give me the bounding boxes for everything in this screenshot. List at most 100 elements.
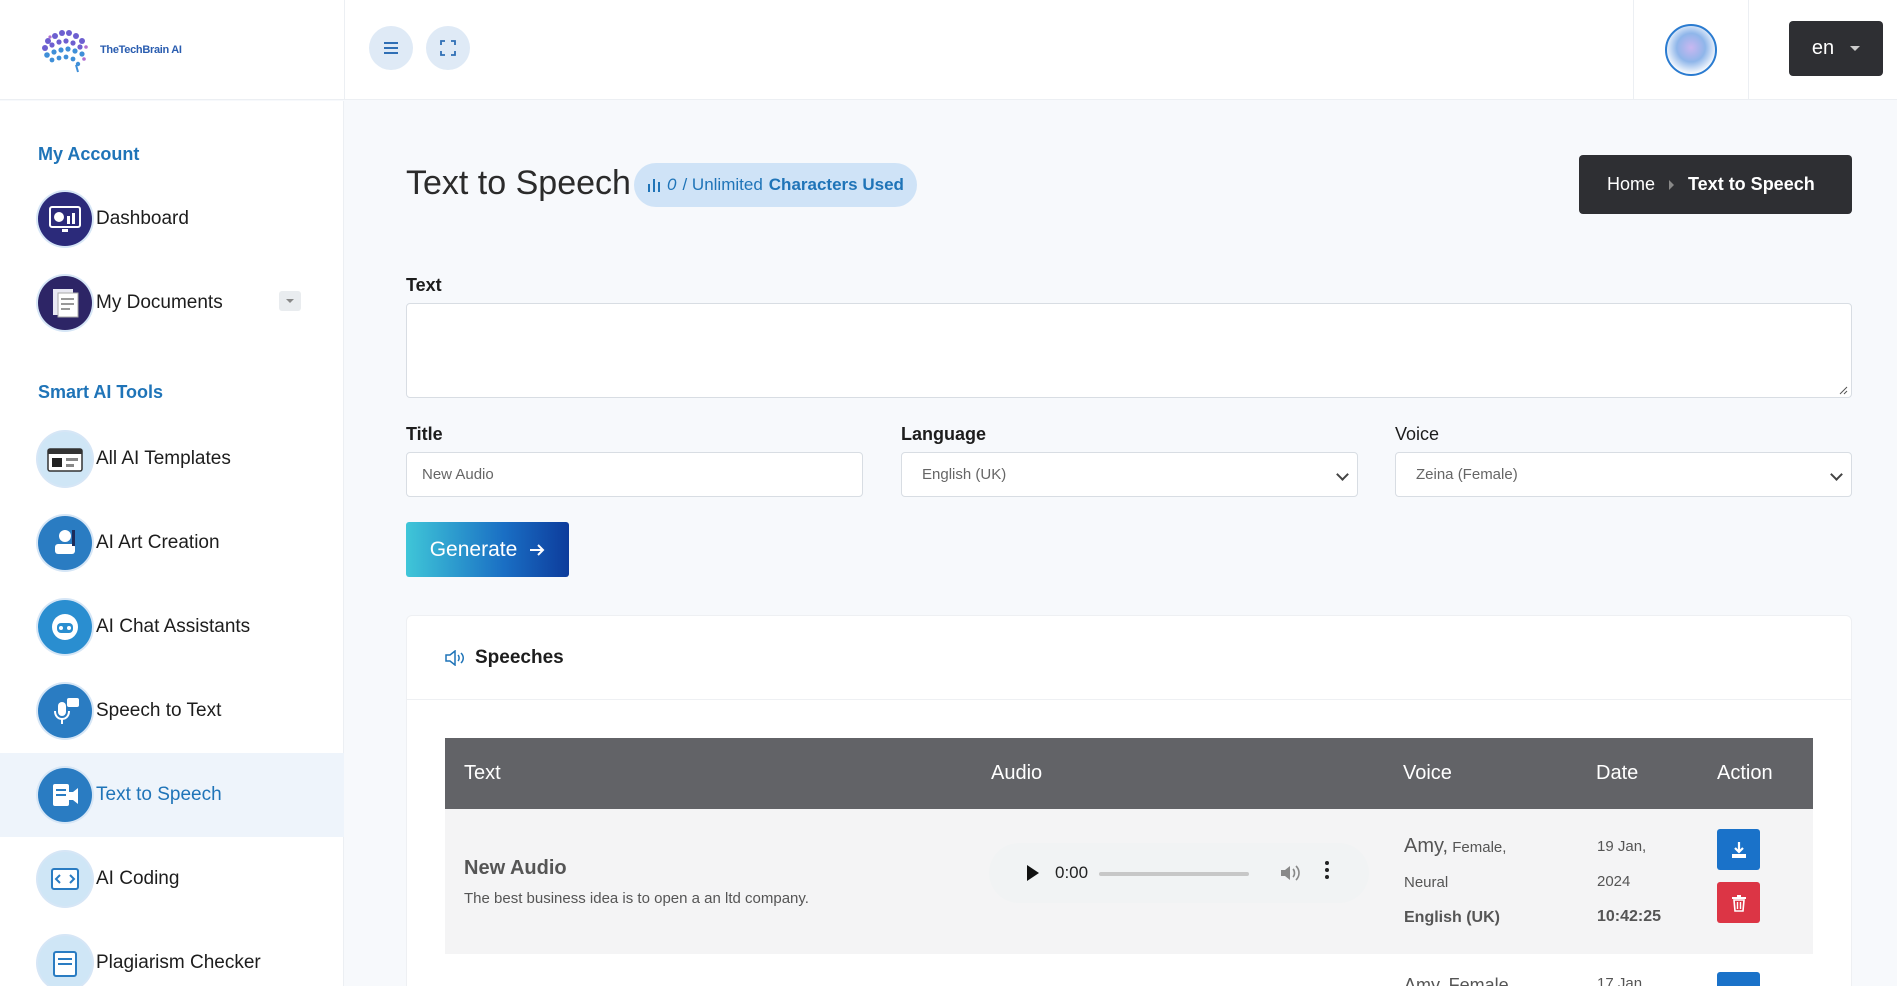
chars-limit: / Unlimited [682, 175, 763, 194]
play-icon[interactable] [1027, 865, 1039, 881]
sidebar-item-text-to-speech[interactable]: Text to Speech [0, 753, 344, 837]
date-year: 2024 [1597, 873, 1631, 890]
sidebar: My Account Dashboard My Documents Smart … [0, 101, 344, 986]
sidebar-item-ai-art-creation[interactable]: AI Art Creation [0, 501, 344, 585]
section-title-my-account: My Account [38, 144, 140, 164]
audio-time: 0:00 [1055, 863, 1089, 882]
column-header-audio: Audio [991, 762, 1043, 784]
delete-button[interactable] [1717, 882, 1760, 923]
language-select[interactable]: English (UK) [901, 452, 1358, 497]
column-header-date: Date [1596, 762, 1639, 784]
sidebar-item-dashboard[interactable]: Dashboard [0, 177, 344, 261]
speech-text: The best business idea is to open a an l… [464, 890, 809, 907]
hamburger-icon [384, 42, 398, 54]
table-row: Amy, Female, 17 Jan, [445, 955, 1813, 986]
date-day: 19 Jan, [1597, 838, 1647, 855]
voice-language: English (UK) [1404, 909, 1500, 926]
menu-toggle-button[interactable] [369, 26, 413, 70]
breadcrumb-current: Text to Speech [1688, 174, 1815, 194]
brand-name: TheTechBrain AI [100, 43, 182, 56]
voice-select-value: Zeina (Female) [1416, 466, 1518, 483]
chevron-down-icon [1336, 468, 1349, 481]
characters-used-badge: 0 / Unlimited Characters Used [634, 163, 917, 207]
voice-select[interactable]: Zeina (Female) [1395, 452, 1852, 497]
voice-cell: Amy, Female, Neural English (UK) [1404, 829, 1506, 935]
volume-icon[interactable] [1279, 863, 1301, 883]
resize-handle-icon[interactable] [1838, 385, 1848, 395]
sidebar-item-label: AI Chat Assistants [96, 616, 251, 637]
sidebar-item-speech-to-text[interactable]: Speech to Text [0, 669, 344, 753]
speech-title: New Audio [464, 857, 567, 879]
dashboard-icon [38, 192, 92, 246]
plagiarism-icon [38, 936, 92, 986]
date-cell: 19 Jan, 2024 10:42:25 [1597, 829, 1661, 934]
download-icon [1731, 841, 1746, 858]
brain-logo-icon [38, 27, 98, 73]
chars-suffix: Characters Used [768, 175, 904, 194]
column-header-text: Text [464, 762, 501, 784]
column-header-voice: Voice [1403, 762, 1452, 784]
speeches-table: Text Audio Voice Date Action New Audio T… [445, 738, 1813, 954]
date-time: 10:42:25 [1597, 908, 1662, 925]
title-label: Title [406, 424, 443, 444]
templates-icon [38, 432, 92, 486]
download-button[interactable] [1717, 829, 1760, 870]
audio-player: 0:00 [989, 843, 1369, 903]
voice-name: Amy, [1404, 835, 1449, 857]
documents-icon [38, 276, 92, 330]
sidebar-item-label: My Documents [96, 292, 223, 313]
brand[interactable]: TheTechBrain AI [0, 0, 345, 100]
volume-icon [445, 649, 464, 666]
more-options-icon[interactable] [1325, 861, 1329, 879]
language-dropdown[interactable]: en [1789, 21, 1883, 76]
speeches-card-header: Speeches [407, 616, 1851, 700]
arrow-right-icon [530, 543, 545, 556]
sidebar-item-label: Speech to Text [96, 700, 222, 721]
sidebar-item-label: AI Art Creation [96, 532, 220, 553]
sidebar-item-label: Text to Speech [96, 784, 222, 805]
sidebar-item-ai-chat-assistants[interactable]: AI Chat Assistants [0, 585, 344, 669]
sidebar-item-label: Dashboard [96, 208, 189, 229]
chat-bot-icon [38, 600, 92, 654]
voice-name: Amy, Female, [1404, 975, 1514, 986]
page-title: Text to Speech [406, 164, 631, 202]
breadcrumb: Home Text to Speech [1579, 155, 1852, 214]
voice-type: Neural [1404, 874, 1449, 891]
language-select-value: English (UK) [922, 466, 1007, 483]
sidebar-item-all-ai-templates[interactable]: All AI Templates [0, 417, 344, 501]
title-input[interactable]: New Audio [406, 452, 863, 497]
fullscreen-button[interactable] [426, 26, 470, 70]
sidebar-item-plagiarism-checker[interactable]: Plagiarism Checker [0, 921, 344, 986]
microphone-icon [38, 684, 92, 738]
table-row: New Audio The best business idea is to o… [445, 809, 1813, 954]
user-avatar-button[interactable] [1633, 0, 1749, 100]
audio-progress-bar[interactable] [1099, 872, 1249, 876]
sidebar-item-label: All AI Templates [96, 448, 231, 469]
voice-gender: Female, [1452, 839, 1507, 856]
table-header: Text Audio Voice Date Action [445, 738, 1813, 809]
chevron-down-icon [1850, 46, 1861, 51]
column-header-action: Action [1717, 762, 1773, 784]
sidebar-item-ai-coding[interactable]: AI Coding [0, 837, 344, 921]
voice-label: Voice [1395, 424, 1440, 444]
text-label: Text [406, 275, 442, 295]
section-title-smart-ai-tools: Smart AI Tools [38, 382, 164, 402]
text-input[interactable] [406, 303, 1852, 398]
date-day: 17 Jan, [1597, 975, 1647, 986]
language-label: Language [901, 424, 987, 444]
breadcrumb-home[interactable]: Home [1607, 174, 1655, 195]
art-icon [38, 516, 92, 570]
speeches-title: Speeches [475, 646, 564, 668]
top-bar: TheTechBrain AI en [0, 0, 1897, 100]
fullscreen-icon [440, 40, 456, 56]
chars-used-count: 0 [667, 175, 677, 194]
speaker-icon [38, 768, 92, 822]
sidebar-item-my-documents[interactable]: My Documents [0, 261, 344, 345]
generate-button[interactable]: Generate [406, 522, 569, 577]
trash-icon [1731, 894, 1746, 912]
download-button[interactable] [1717, 972, 1760, 986]
sidebar-item-label: AI Coding [96, 868, 180, 889]
chevron-down-icon [286, 299, 294, 303]
expand-toggle[interactable] [279, 291, 301, 311]
code-icon [38, 852, 92, 906]
